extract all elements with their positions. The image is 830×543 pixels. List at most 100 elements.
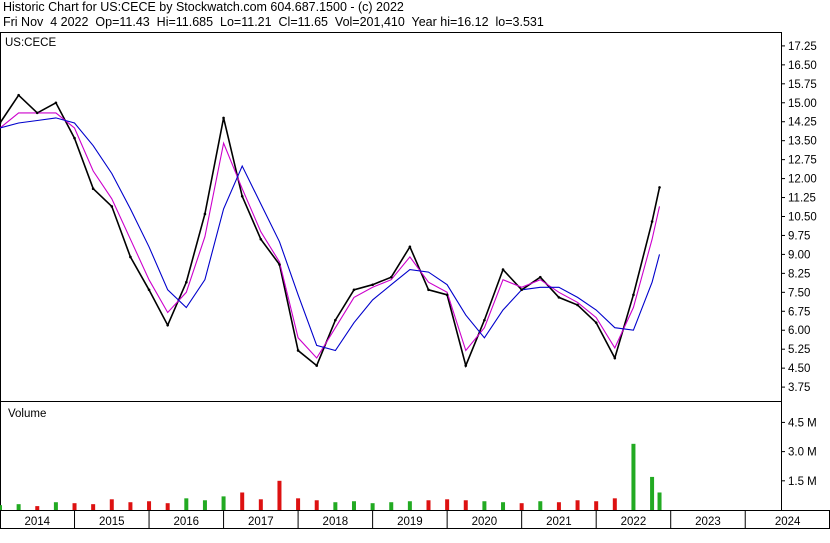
price-tick-label: 9.75 (788, 230, 810, 242)
volume-bar (351, 501, 356, 510)
x-tick-label: 2023 (695, 516, 721, 528)
volume-bar (519, 503, 524, 510)
price-point (557, 296, 561, 299)
price-point (166, 323, 169, 327)
volume-panel: 4.5 M 3.0 M 1.5 M Volume (0, 401, 817, 511)
volume-bar (165, 503, 170, 510)
volume-bar (147, 501, 152, 510)
price-plot-frame (0, 32, 782, 402)
volume-plot-frame (0, 401, 782, 511)
x-tick-label: 2019 (397, 516, 423, 528)
volume-bar (16, 504, 21, 510)
price-point (389, 275, 393, 279)
volume-bar (333, 502, 338, 510)
x-tick-label: 2024 (775, 516, 801, 528)
volume-bar (631, 443, 636, 510)
volume-bar (277, 480, 282, 510)
price-point (259, 237, 263, 241)
price-point (296, 349, 300, 352)
volume-bar (240, 492, 245, 510)
volume-bar (463, 500, 468, 510)
volume-tick-label: 1.5 M (788, 476, 817, 488)
price-point (520, 288, 523, 292)
price-tick-label: 6.00 (788, 325, 810, 337)
price-point (240, 194, 244, 198)
x-tick-label: 2020 (472, 516, 498, 528)
price-tick-label: 16.50 (788, 60, 817, 72)
price-panel-title: US:CECE (5, 37, 56, 49)
x-tick-label: 2021 (546, 516, 572, 528)
price-volume-chart: 17.25 16.50 15.75 15.00 14.25 13.50 12.75 12.00… (0, 32, 830, 529)
price-point (278, 263, 281, 266)
price-point (594, 321, 598, 324)
x-tick-label: 2018 (323, 516, 349, 528)
price-point (334, 318, 337, 322)
volume-bar (426, 500, 431, 510)
price-point (483, 318, 486, 322)
price-tick-label: 8.25 (788, 268, 810, 280)
x-tick-label: 2015 (99, 516, 125, 528)
volume-bar (296, 498, 301, 510)
volume-bar (370, 503, 375, 510)
price-point (408, 245, 412, 249)
volume-panel-title: Volume (8, 408, 46, 420)
price-tick-label: 6.75 (788, 306, 810, 318)
volume-bar (0, 505, 2, 510)
price-tick-label: 5.25 (788, 344, 810, 356)
x-tick-label: 2022 (621, 516, 647, 528)
x-tick-label: 2017 (248, 516, 274, 528)
volume-bar (128, 502, 133, 510)
price-point (73, 136, 76, 140)
volume-tick-label: 4.5 M (788, 417, 817, 429)
price-point (147, 288, 151, 292)
volume-bar (538, 501, 543, 510)
volume-tick-label: 3.0 M (788, 447, 817, 459)
price-point (91, 187, 95, 190)
price-tick-label: 12.75 (788, 155, 817, 167)
price-point (538, 275, 542, 279)
price-tick-label: 17.25 (788, 41, 817, 53)
price-panel: 17.25 16.50 15.75 15.00 14.25 13.50 12.75 12.00… (0, 32, 817, 402)
price-point (129, 255, 132, 259)
price-point (222, 116, 225, 120)
ma-short-line (0, 112, 661, 359)
volume-bar (184, 498, 189, 510)
x-axis: 2014 2015 2016 2017 2018 2019 2020 2021 2022 2023… (0, 510, 830, 529)
price-point (464, 364, 468, 367)
volume-bar (407, 501, 412, 510)
ma-long-line (0, 117, 661, 352)
price-tick-label: 14.25 (788, 117, 817, 129)
price-tick-label: 11.25 (788, 193, 816, 205)
volume-bar (501, 502, 506, 510)
price-tick-label: 15.75 (788, 79, 817, 91)
price-point (315, 364, 319, 367)
price-point (185, 280, 188, 284)
volume-bar (445, 499, 450, 510)
price-point (632, 293, 635, 297)
x-tick-label: 2016 (174, 516, 200, 528)
volume-bar (221, 496, 226, 510)
price-point (203, 212, 207, 216)
price-tick-label: 4.50 (788, 363, 810, 375)
volume-bar (657, 492, 662, 510)
volume-bar (556, 502, 561, 510)
x-tick-label: 2014 (24, 516, 50, 528)
price-point (54, 101, 58, 105)
price-point (445, 293, 449, 297)
price-tick-label: 7.50 (788, 287, 810, 299)
volume-bar (35, 506, 40, 510)
price-point (427, 288, 430, 292)
price-tick-label: 13.50 (788, 136, 817, 148)
volume-bar (109, 499, 114, 510)
price-point (650, 220, 654, 223)
price-line (0, 93, 661, 369)
price-point (613, 356, 617, 360)
price-point (371, 283, 374, 287)
volume-bar (314, 500, 319, 510)
volume-bar (482, 501, 487, 510)
volume-bar (91, 504, 96, 510)
volume-bar (575, 500, 580, 510)
volume-bar (612, 498, 617, 510)
price-point (658, 186, 661, 189)
price-tick-label: 3.75 (788, 382, 810, 394)
